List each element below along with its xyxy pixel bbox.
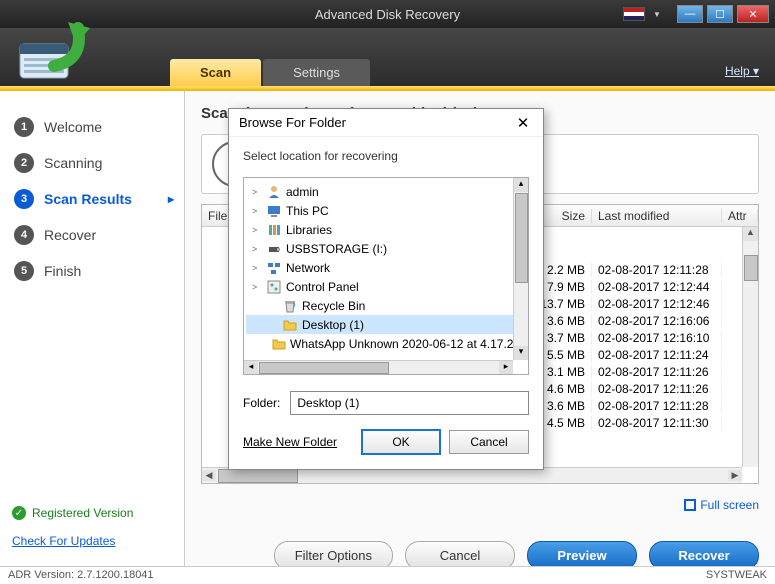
- tree-item-this-pc[interactable]: > This PC: [246, 201, 526, 220]
- cp-icon: [266, 280, 282, 294]
- tree-item-label: WhatsApp Unknown 2020-06-12 at 4.17.26 P: [290, 337, 529, 351]
- ok-button[interactable]: OK: [361, 429, 441, 455]
- expand-icon[interactable]: >: [252, 206, 262, 216]
- folder-icon: [282, 318, 298, 332]
- dialog-instruction: Select location for recovering: [243, 149, 529, 163]
- tree-item-desktop-1-[interactable]: Desktop (1): [246, 315, 526, 334]
- scroll-left-icon[interactable]: ◂: [244, 361, 258, 374]
- usb-icon: [266, 242, 282, 256]
- user-icon: [266, 185, 282, 199]
- dialog-overlay: Browse For Folder ✕ Select location for …: [0, 0, 775, 584]
- tree-item-recycle-bin[interactable]: Recycle Bin: [246, 296, 526, 315]
- lib-icon: [266, 223, 282, 237]
- expand-icon[interactable]: >: [252, 225, 262, 235]
- tree-item-label: admin: [286, 185, 319, 199]
- scroll-right-icon[interactable]: ▸: [499, 361, 513, 374]
- tree-vertical-scrollbar[interactable]: ▴ ▾: [513, 178, 528, 360]
- dialog-close-button[interactable]: ✕: [513, 114, 533, 132]
- tree-item-admin[interactable]: > admin: [246, 182, 526, 201]
- expand-icon[interactable]: >: [252, 263, 262, 273]
- expand-icon[interactable]: >: [252, 282, 262, 292]
- expand-icon[interactable]: >: [252, 244, 262, 254]
- scroll-thumb[interactable]: [515, 193, 528, 283]
- tree-item-label: Recycle Bin: [302, 299, 365, 313]
- tree-item-label: USBSTORAGE (I:): [286, 242, 387, 256]
- folder-tree[interactable]: > admin > This PC > Libraries > USBSTORAGE (I:)…: [243, 177, 529, 375]
- scroll-down-icon[interactable]: ▾: [514, 346, 528, 360]
- expand-icon[interactable]: >: [252, 187, 262, 197]
- tree-item-network[interactable]: > Network: [246, 258, 526, 277]
- folder-label: Folder:: [243, 396, 280, 410]
- scroll-thumb[interactable]: [259, 362, 389, 374]
- tree-item-label: Libraries: [286, 223, 332, 237]
- dialog-title: Browse For Folder: [239, 115, 346, 130]
- folder-input[interactable]: [290, 391, 529, 415]
- tree-item-whatsapp-unknown-2020-06[interactable]: WhatsApp Unknown 2020-06-12 at 4.17.26 P: [246, 334, 526, 353]
- folder-icon: [272, 337, 286, 351]
- net-icon: [266, 261, 282, 275]
- make-new-folder-button[interactable]: Make New Folder: [243, 435, 337, 449]
- scroll-up-icon[interactable]: ▴: [514, 178, 528, 192]
- dialog-cancel-button[interactable]: Cancel: [449, 430, 529, 454]
- app-logo-icon: [6, 10, 96, 90]
- tree-item-libraries[interactable]: > Libraries: [246, 220, 526, 239]
- pc-icon: [266, 204, 282, 218]
- tree-item-usbstorage-i-[interactable]: > USBSTORAGE (I:): [246, 239, 526, 258]
- tree-item-label: Network: [286, 261, 330, 275]
- bin-icon: [282, 299, 298, 313]
- tree-item-label: Control Panel: [286, 280, 359, 294]
- tree-item-label: Desktop (1): [302, 318, 364, 332]
- tree-item-control-panel[interactable]: > Control Panel: [246, 277, 526, 296]
- tree-horizontal-scrollbar[interactable]: ◂ ▸: [244, 360, 513, 374]
- tree-item-label: This PC: [286, 204, 329, 218]
- browse-folder-dialog: Browse For Folder ✕ Select location for …: [228, 108, 544, 470]
